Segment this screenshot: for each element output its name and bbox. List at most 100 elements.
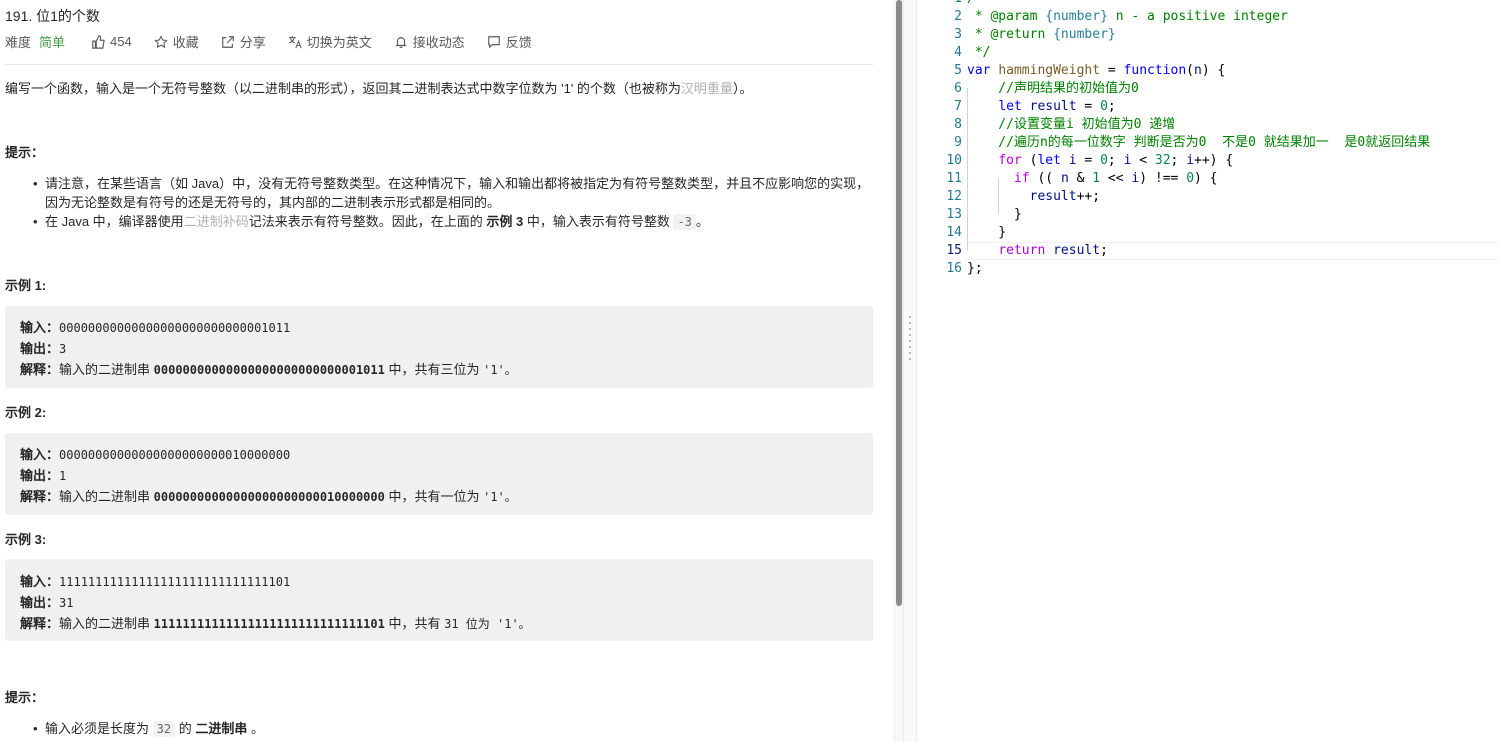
line-number: 11 <box>946 171 962 186</box>
code-line[interactable]: return result; <box>967 242 1108 260</box>
explain-text: 中，共有三位为 <box>388 362 480 377</box>
switch-language-button[interactable]: 切换为英文 <box>288 32 372 51</box>
explain-binary: 11111111111111111111111111111101 <box>153 617 385 631</box>
line-number: 4 <box>954 45 962 60</box>
difficulty-value: 简单 <box>39 35 66 50</box>
example-explain-line: 解释：输入的二进制串 00000000000000000000000010000… <box>20 486 517 505</box>
twos-complement-link[interactable]: 二进制补码 <box>184 214 249 229</box>
tip-bold: 二进制串 <box>195 721 248 736</box>
feedback-icon <box>487 35 500 48</box>
code-line[interactable]: //设置变量i 初始值为0 递增 <box>967 116 1175 134</box>
example-3-box: 输入：11111111111111111111111111111101 输出：3… <box>5 559 873 641</box>
subscribe-label: 接收动态 <box>412 35 465 50</box>
example-output-line: 输出：3 <box>20 338 66 357</box>
hint-text: 请注意，在某些语言（如 Java）中，没有无符号整数类型。在这种情况下，输入和输… <box>45 176 870 210</box>
tips-list: 输入必须是长度为 32 的 二进制串 。 <box>5 719 873 739</box>
description-scrollbar-thumb[interactable] <box>896 0 902 606</box>
code-line[interactable]: //遍历n的每一位数字 判断是否为0 不是0 就结果加一 是0就返回结果 <box>967 134 1430 152</box>
explain-label: 解释： <box>20 489 60 504</box>
hint-bold: 示例 3 <box>486 214 524 229</box>
favorite-label: 收藏 <box>172 35 199 50</box>
example-input-line: 输入：00000000000000000000000000001011 <box>20 317 290 336</box>
resize-grip-icon[interactable] <box>909 316 911 362</box>
tips-title: 提示： <box>5 690 45 705</box>
tip-text: 。 <box>251 721 265 736</box>
thumbs-up-icon <box>92 34 105 49</box>
like-button[interactable]: 454 <box>91 34 132 49</box>
star-icon <box>154 35 168 48</box>
output-value: 31 <box>59 596 74 610</box>
code-editor[interactable]: 12345678910111213141516 /** * @param {nu… <box>917 0 1498 742</box>
explain-binary: 00000000000000000000000000001011 <box>153 363 385 377</box>
example-explain-line: 解释：输入的二进制串 11111111111111111111111111111… <box>20 613 531 632</box>
line-number: 10 <box>946 153 962 168</box>
tip-text: 输入必须是长度为 <box>45 721 150 736</box>
code-line[interactable]: * @param {number} n - a positive integer <box>967 8 1288 26</box>
problem-title: 191. 位1的个数 <box>5 8 100 24</box>
difficulty-label: 难度 <box>5 35 32 50</box>
output-label: 输出： <box>20 595 60 610</box>
example-1-title: 示例 1: <box>5 278 47 293</box>
output-label: 输出： <box>20 468 60 483</box>
input-label: 输入： <box>20 447 60 462</box>
favorite-button[interactable]: 收藏 <box>154 32 199 51</box>
subscribe-button[interactable]: 接收动态 <box>394 32 465 51</box>
hint-item: 请注意，在某些语言（如 Java）中，没有无符号整数类型。在这种情况下，输入和输… <box>33 174 873 212</box>
share-button[interactable]: 分享 <box>221 32 266 51</box>
share-label: 分享 <box>239 35 266 50</box>
code-line[interactable]: */ <box>967 44 991 62</box>
code-line[interactable]: let result = 0; <box>967 98 1115 116</box>
line-number: 5 <box>954 63 962 78</box>
output-value: 1 <box>59 469 67 483</box>
code-line[interactable]: } <box>967 206 1022 224</box>
example-1-box: 输入：00000000000000000000000000001011 输出：3… <box>5 306 873 388</box>
code-line[interactable]: var hammingWeight = function(n) { <box>967 62 1225 80</box>
explain-text: 输入的二进制串 <box>59 489 151 504</box>
like-count: 454 <box>110 34 132 49</box>
explain-text: 中，共有一位为 <box>388 489 480 504</box>
inline-code: 32 <box>152 721 176 737</box>
code-area[interactable]: /** * @param {number} n - a positive int… <box>967 0 1498 742</box>
hint-list: 请注意，在某些语言（如 Java）中，没有无符号整数类型。在这种情况下，输入和输… <box>5 174 873 232</box>
hint-text: 在 Java 中，编译器使用 <box>45 214 184 229</box>
output-value: 3 <box>59 342 67 356</box>
explain-text: '1'。 <box>483 490 517 504</box>
hint-text: 。 <box>695 214 709 229</box>
input-value: 11111111111111111111111111111101 <box>59 575 291 589</box>
inline-code: -3 <box>673 214 696 230</box>
explain-label: 解释： <box>20 616 60 631</box>
tip-item: 输入必须是长度为 32 的 二进制串 。 <box>33 719 873 739</box>
line-number: 9 <box>954 135 962 150</box>
example-output-line: 输出：1 <box>20 465 66 484</box>
code-line[interactable]: }; <box>967 260 983 278</box>
line-number: 6 <box>954 81 962 96</box>
explain-binary: 00000000000000000000000010000000 <box>153 490 385 504</box>
code-line[interactable]: if (( n & 1 << i) !== 0) { <box>967 170 1218 188</box>
input-value: 00000000000000000000000010000000 <box>59 448 291 462</box>
hint-text: 记法来表示有符号整数。因此，在上面的 <box>248 214 483 229</box>
hamming-weight-link[interactable]: 汉明重量 <box>681 81 733 96</box>
code-line[interactable]: * @return {number} <box>967 26 1116 44</box>
explain-text: '1'。 <box>483 363 517 377</box>
code-line[interactable]: result++; <box>967 188 1100 206</box>
code-line[interactable]: /** <box>967 0 990 8</box>
panel-resize-divider[interactable] <box>903 0 917 742</box>
hint-item: 在 Java 中，编译器使用二进制补码记法来表示有符号整数。因此，在上面的 示例… <box>33 212 873 232</box>
code-line[interactable]: for (let i = 0; i < 32; i++) { <box>967 152 1233 170</box>
bell-icon <box>395 36 407 48</box>
line-number: 14 <box>946 225 962 240</box>
example-explain-line: 解释：输入的二进制串 00000000000000000000000000001… <box>20 359 517 378</box>
code-line[interactable]: //声明结果的初始值为0 <box>967 80 1139 98</box>
share-icon <box>221 35 234 48</box>
example-output-line: 输出：31 <box>20 592 73 611</box>
code-line[interactable]: } <box>967 224 1006 242</box>
input-value: 00000000000000000000000000001011 <box>59 321 291 335</box>
example-3-title: 示例 3: <box>5 532 47 547</box>
feedback-button[interactable]: 反馈 <box>487 32 532 51</box>
explain-label: 解释： <box>20 362 60 377</box>
line-number: 2 <box>954 9 962 24</box>
line-number: 16 <box>946 261 962 276</box>
input-label: 输入： <box>20 574 60 589</box>
line-number: 1 <box>917 0 962 8</box>
hint-text: 中，输入表示有符号整数 <box>526 214 670 229</box>
